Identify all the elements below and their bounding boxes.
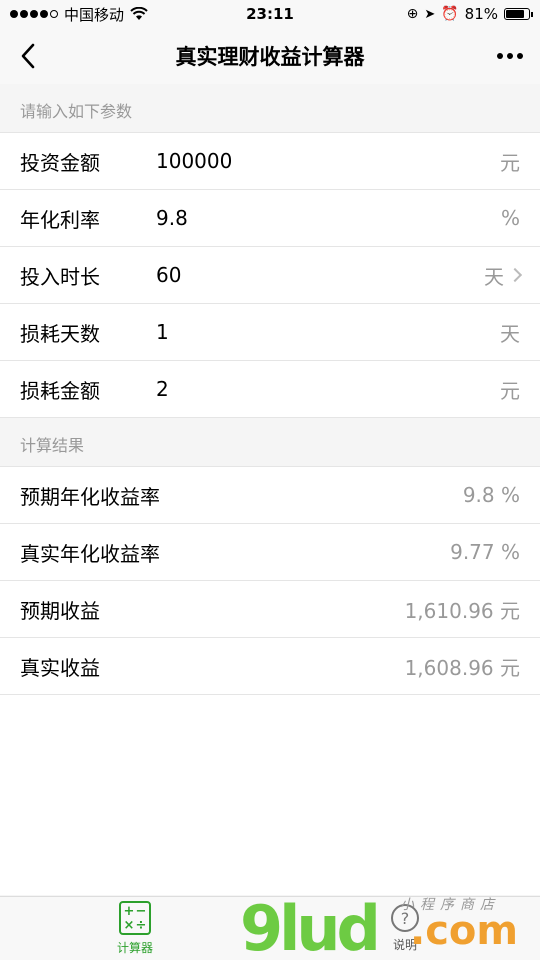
- result-label: 真实年化收益率: [20, 541, 160, 566]
- info-icon: ?: [391, 904, 419, 932]
- carrier-name: 中国移动: [64, 5, 125, 24]
- calculator-icon: + − × ÷: [119, 901, 151, 935]
- tab-instructions[interactable]: ? 说明: [270, 897, 540, 960]
- more-dot: [507, 53, 513, 59]
- result-label: 预期年化收益率: [20, 484, 160, 509]
- page-title: 真实理财收益计算器: [175, 45, 365, 69]
- results-section-header: 计算结果: [0, 418, 540, 466]
- alarm-icon: ⏰: [441, 6, 459, 22]
- row-label: 损耗天数: [20, 321, 100, 346]
- chevron-right-icon: [507, 267, 523, 283]
- result-value: 1,610.96 元: [404, 598, 520, 623]
- tab-bar: + − × ÷ 计算器 ? 说明: [0, 896, 540, 960]
- result-value: 9.77 %: [450, 540, 520, 564]
- row-unit: 天: [500, 321, 520, 346]
- back-button[interactable]: [12, 40, 44, 72]
- inputs-group: 投资金额 元 年化利率 % 投入时长 天 损耗天数 天 损耗金额 元: [0, 132, 540, 418]
- result-label: 预期收益: [20, 598, 100, 623]
- row-unit: 天: [484, 264, 504, 289]
- status-bar: 中国移动 23:11 ⊕ ➤ ⏰ 81%: [0, 0, 540, 28]
- result-label: 真实收益: [20, 655, 100, 680]
- result-row-real-annual-rate: 真实年化收益率 9.77 %: [0, 524, 540, 581]
- status-right: ⊕ ➤ ⏰ 81%: [406, 5, 533, 23]
- row-unit: 元: [500, 150, 520, 175]
- row-unit: 元: [500, 378, 520, 403]
- input-row-annual-rate[interactable]: 年化利率 %: [0, 190, 540, 247]
- battery-fill: [506, 10, 524, 18]
- row-unit: %: [500, 206, 520, 230]
- location-icon: ➤: [424, 6, 436, 22]
- row-label: 年化利率: [20, 207, 100, 232]
- tab-label: 说明: [392, 938, 417, 952]
- input-row-loss-amount[interactable]: 损耗金额 元: [0, 361, 540, 418]
- loss-days-input[interactable]: [156, 320, 500, 344]
- more-dot: [497, 53, 503, 59]
- row-label: 损耗金额: [20, 378, 100, 403]
- investment-amount-input[interactable]: [156, 149, 500, 173]
- input-row-loss-days[interactable]: 损耗天数 天: [0, 304, 540, 361]
- result-value: 9.8 %: [462, 483, 520, 507]
- status-left: 中国移动: [10, 4, 148, 25]
- wifi-icon: [130, 7, 148, 20]
- row-label: 投入时长: [20, 264, 100, 289]
- tab-calculator[interactable]: + − × ÷ 计算器: [0, 897, 270, 960]
- result-value: 1,608.96 元: [404, 655, 520, 680]
- more-dot: [517, 53, 523, 59]
- loss-amount-input[interactable]: [156, 377, 500, 401]
- duration-input[interactable]: [156, 263, 484, 287]
- content-area: 请输入如下参数 投资金额 元 年化利率 % 投入时长 天 损耗天数 天 损耗金额: [0, 84, 540, 896]
- blank-area: [0, 695, 540, 895]
- row-unit-with-chevron[interactable]: 天: [484, 261, 523, 290]
- results-group: 预期年化收益率 9.8 % 真实年化收益率 9.77 % 预期收益 1,610.…: [0, 466, 540, 695]
- battery-icon: [504, 8, 533, 20]
- more-button[interactable]: [492, 42, 528, 70]
- battery-percent: 81%: [464, 5, 498, 23]
- inputs-section-header: 请输入如下参数: [0, 84, 540, 132]
- annual-rate-input[interactable]: [156, 206, 501, 230]
- signal-icon: [10, 10, 58, 18]
- nav-bar: 真实理财收益计算器: [0, 28, 540, 84]
- result-row-real-income: 真实收益 1,608.96 元: [0, 638, 540, 695]
- tab-label: 计算器: [116, 941, 153, 955]
- result-row-expected-income: 预期收益 1,610.96 元: [0, 581, 540, 638]
- chevron-left-icon: [21, 43, 35, 69]
- row-label: 投资金额: [20, 150, 100, 175]
- input-row-investment-amount[interactable]: 投资金额 元: [0, 133, 540, 190]
- input-row-duration[interactable]: 投入时长 天: [0, 247, 540, 304]
- result-row-expected-annual-rate: 预期年化收益率 9.8 %: [0, 467, 540, 524]
- rotation-lock-icon: ⊕: [406, 6, 419, 22]
